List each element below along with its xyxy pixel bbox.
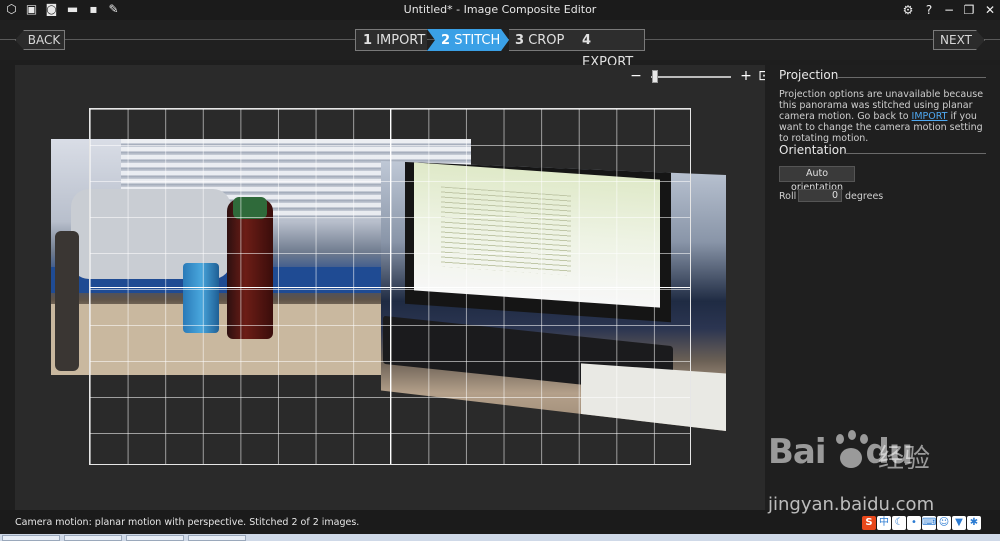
zoom-control: − + ⊡: [629, 69, 765, 85]
zoom-in-icon[interactable]: +: [739, 69, 753, 83]
zoom-out-icon[interactable]: −: [629, 69, 643, 83]
back-button[interactable]: BACK: [15, 30, 65, 50]
taskbar-button[interactable]: [188, 535, 246, 541]
projection-title: Projection: [779, 68, 839, 82]
paw-icon: [830, 430, 870, 474]
fit-to-window-icon[interactable]: ⊡: [757, 69, 765, 83]
crop-grid-overlay[interactable]: [89, 108, 691, 465]
projection-description: Projection options are unavailable becau…: [779, 89, 989, 144]
step-export[interactable]: 4 EXPORT: [573, 29, 645, 70]
close-icon[interactable]: ✕: [982, 2, 998, 18]
step-number: 3: [515, 33, 525, 48]
next-button[interactable]: NEXT: [933, 30, 985, 50]
taskbar-button[interactable]: [64, 535, 122, 541]
baidu-watermark: Bai du 经验 jingyan.baidu.com: [768, 430, 998, 520]
watermark-logo-prefix: Bai: [768, 432, 827, 472]
taskbar-button[interactable]: [126, 535, 184, 541]
step-label: CROP: [528, 33, 565, 48]
window-title: Untitled* - Image Composite Editor: [403, 3, 597, 16]
status-text: Camera motion: planar motion with perspe…: [15, 517, 360, 528]
orientation-rule: [845, 153, 986, 154]
taskbar-button[interactable]: [2, 535, 60, 541]
settings-icon[interactable]: ⚙: [900, 2, 916, 18]
stitch-canvas[interactable]: − + ⊡: [15, 65, 765, 510]
step-number: 1: [363, 33, 373, 48]
roll-label: Roll: [779, 191, 797, 202]
orientation-title: Orientation: [779, 143, 847, 157]
step-number: 2: [441, 33, 451, 48]
step-crop[interactable]: 3 CROP: [509, 29, 573, 51]
title-bar: ⬡ ▣ ◙ ▬ ▪ ✎ Untitled* - Image Composite …: [0, 0, 1000, 20]
step-number: 4: [582, 33, 592, 48]
roll-input[interactable]: 0: [798, 189, 842, 202]
import-link[interactable]: IMPORT: [912, 111, 948, 122]
zoom-slider-thumb[interactable]: [652, 70, 658, 83]
roll-unit-label: degrees: [845, 191, 884, 202]
grid-center-horizontal: [90, 287, 690, 288]
step-import[interactable]: 1 IMPORT: [355, 29, 427, 51]
help-icon[interactable]: ?: [921, 2, 937, 18]
restore-icon[interactable]: ❐: [961, 2, 977, 18]
step-label: IMPORT: [376, 33, 426, 48]
zoom-slider-track[interactable]: [651, 76, 731, 78]
thermos: [55, 231, 79, 371]
step-stitch[interactable]: 2 STITCH: [427, 29, 509, 51]
step-bar: BACK 1 IMPORT 2 STITCH 3 CROP 4 EXPORT N…: [0, 20, 1000, 70]
step-label: STITCH: [454, 33, 501, 48]
taskbar: [0, 534, 1000, 541]
watermark-chinese: 经验: [878, 444, 931, 474]
watermark-url: jingyan.baidu.com: [768, 494, 935, 515]
projection-rule: [838, 77, 986, 78]
auto-orientation-button[interactable]: Auto orientation: [779, 166, 855, 193]
minimize-icon[interactable]: −: [941, 2, 957, 18]
workflow-steps: 1 IMPORT 2 STITCH 3 CROP 4 EXPORT: [355, 29, 645, 70]
